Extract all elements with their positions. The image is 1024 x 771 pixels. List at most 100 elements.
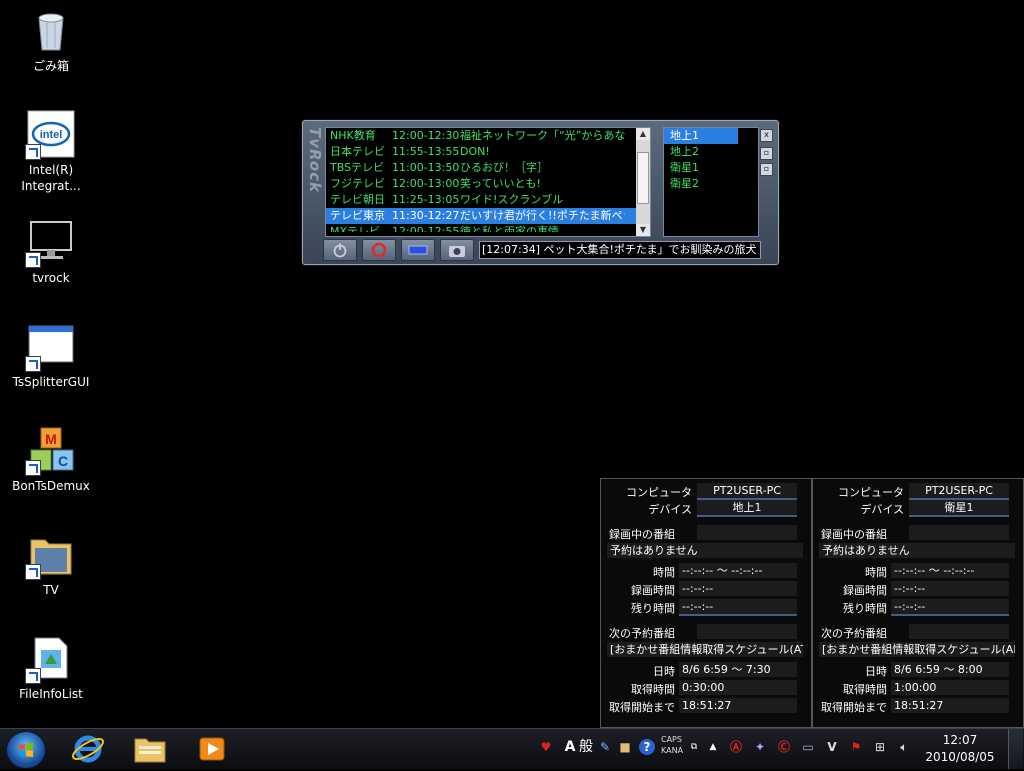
program-row[interactable]: MXテレビ 12:00-12:55 徳と私と両家の事情 — [326, 224, 650, 232]
folder-icon — [25, 530, 75, 580]
until-label: 取得開始まで — [821, 701, 887, 714]
scroll-up-icon[interactable]: ▲ — [636, 128, 650, 140]
program-time: 11:30-12:27 — [392, 209, 460, 222]
program-channel: テレビ朝日 — [330, 193, 385, 206]
tvrock-window[interactable]: TvRock NHK教育 12:00-12:30 福祉ネットワーク「“光”からあ… — [302, 120, 779, 265]
svg-text:C: C — [58, 453, 68, 469]
date-value: 8/6 6:59 〜 7:30 — [679, 662, 797, 677]
heart-icon[interactable]: ♥ — [538, 739, 554, 755]
ime-restore-icon[interactable]: ⧉ — [686, 739, 702, 755]
start-button[interactable] — [6, 731, 46, 769]
program-list[interactable]: NHK教育 12:00-12:30 福祉ネットワーク「“光”からあなた... 日… — [325, 127, 651, 237]
security-shield-icon[interactable]: ✦ — [752, 739, 768, 755]
desktop-icon-label: FileInfoList — [19, 687, 83, 701]
desktop-icon-recycle-bin[interactable]: ごみ箱 — [6, 6, 96, 74]
time-label: 時間 — [865, 566, 887, 579]
until-value: 18:51:27 — [891, 698, 1009, 713]
clock-date: 2010/08/05 — [925, 750, 995, 764]
tuner-list[interactable]: 地上1 地上2 衛星1 衛星2 — [663, 127, 759, 237]
clock[interactable]: 12:07 2010/08/05 — [922, 732, 998, 766]
record-icon — [371, 242, 387, 258]
show-desktop-button[interactable] — [1008, 729, 1023, 769]
help-icon[interactable]: ? — [639, 739, 655, 755]
remain-value: --:--:-- — [891, 599, 1009, 616]
program-channel: MXテレビ — [330, 225, 381, 232]
tuner-item[interactable]: 衛星2 — [664, 176, 758, 192]
recording-value: 予約はありません — [607, 543, 803, 558]
ime-tool-icon[interactable]: ✎ — [597, 739, 613, 755]
rec-time-label: 録画時間 — [631, 584, 675, 597]
scroll-down-icon[interactable]: ▼ — [636, 224, 650, 236]
epg-button[interactable] — [401, 239, 435, 261]
recording-header-box — [697, 525, 797, 540]
monitor-icon — [25, 218, 75, 268]
device-value: 衛星1 — [909, 500, 1009, 517]
desktop-icon-fileinfolist[interactable]: FileInfoList — [6, 634, 96, 702]
tuner-item[interactable]: 地上1 — [664, 128, 738, 144]
program-row-selected[interactable]: テレビ東京 11:30-12:27 だいすけ君が行く!!ポチたま新ペッ... — [326, 208, 650, 224]
window-button-2[interactable]: ▫ — [760, 147, 773, 160]
device-label: デバイス — [648, 503, 692, 516]
volume-icon[interactable]: 🔈︎ — [896, 739, 912, 755]
desktop-icon-bontsdemux[interactable]: M C BonTsDemux — [6, 426, 96, 494]
program-row[interactable]: NHK教育 12:00-12:30 福祉ネットワーク「“光”からあなた... — [326, 128, 650, 144]
antivirus-c-icon[interactable]: Ⓒ — [776, 739, 792, 755]
scroll-thumb[interactable] — [637, 152, 649, 204]
desktop-icon-tv[interactable]: TV — [6, 530, 96, 598]
program-row[interactable]: テレビ朝日 11:25-13:05 ワイド!スクランブル — [326, 192, 650, 208]
capture-button[interactable] — [440, 239, 474, 261]
program-row[interactable]: TBSテレビ 11:00-13:50 ひるおび！［字］ — [326, 160, 650, 176]
show-hidden-icons-button[interactable]: ▲ — [705, 739, 721, 755]
program-row[interactable]: フジテレビ 12:00-13:00 笑っていいとも! — [326, 176, 650, 192]
blocks-icon: M C — [25, 426, 75, 476]
date-label: 日時 — [865, 665, 887, 678]
desktop-icon-tvrock[interactable]: tvrock — [6, 218, 96, 286]
action-center-icon[interactable]: ⚑ — [848, 739, 864, 755]
ime-dictionary-icon[interactable]: ■ — [617, 739, 633, 755]
recording-label: 録画中の番組 — [609, 528, 675, 541]
next-header-box — [697, 624, 797, 639]
taskbar-explorer-button[interactable] — [126, 731, 174, 767]
desktop-icon-label: TV — [43, 583, 59, 597]
taskbar-ie-button[interactable] — [64, 731, 112, 767]
v-app-icon[interactable]: V — [824, 739, 840, 755]
rec-time-value: --:--:-- — [679, 581, 797, 596]
get-time-label: 取得時間 — [631, 683, 675, 696]
power-button[interactable] — [323, 239, 357, 261]
shortcut-arrow-icon — [25, 356, 41, 372]
program-channel: テレビ東京 — [330, 209, 385, 222]
remain-value: --:--:-- — [679, 599, 797, 616]
get-time-value: 0:30:00 — [679, 680, 797, 695]
computer-value: PT2USER-PC — [697, 483, 797, 500]
device-value: 地上1 — [697, 500, 797, 517]
program-time: 12:00-12:30 — [392, 129, 460, 142]
program-row[interactable]: 日本テレビ 11:55-13:55 DON! — [326, 144, 650, 160]
ime-kanji-indicator[interactable]: 般 — [578, 739, 594, 755]
computer-label: コンピュータ — [626, 486, 692, 499]
taskbar-media-player-button[interactable] — [188, 731, 236, 767]
window-button-3[interactable]: ▫ — [760, 163, 773, 176]
recording-label: 録画中の番組 — [821, 528, 887, 541]
shortcut-arrow-icon — [25, 460, 41, 476]
shortcut-arrow-icon — [25, 564, 41, 580]
until-label: 取得開始まで — [609, 701, 675, 714]
rec-time-value: --:--:-- — [891, 581, 1009, 596]
display-icon[interactable]: ▭ — [800, 739, 816, 755]
windows-logo-icon — [19, 743, 33, 757]
desktop-icon-intel[interactable]: intel Intel(R) Integrat... — [6, 110, 96, 194]
date-label: 日時 — [653, 665, 675, 678]
status-panel-1: コンピュータ PT2USER-PC デバイス 地上1 録画中の番組 予約はありま… — [600, 478, 812, 728]
time-value: --:--:-- 〜 --:--:-- — [679, 563, 797, 578]
ime-mode-indicator[interactable]: A — [562, 739, 578, 755]
tvrock-logo: TvRock — [306, 127, 324, 193]
desktop-icon-tssplittergui[interactable]: TsSplitterGUI — [6, 322, 96, 390]
close-icon[interactable]: x — [760, 129, 773, 142]
program-list-scrollbar[interactable]: ▲ ▼ — [636, 128, 650, 236]
tuner-item[interactable]: 地上2 — [664, 144, 758, 160]
tuner-item[interactable]: 衛星1 — [664, 160, 758, 176]
network-icon[interactable]: ⊞ — [872, 739, 888, 755]
antivirus-a-icon[interactable]: Ⓐ — [728, 739, 744, 755]
program-title: DON! — [460, 145, 490, 158]
record-button[interactable] — [362, 239, 396, 261]
caps-kana-indicator: CAPS KANA — [661, 734, 683, 756]
